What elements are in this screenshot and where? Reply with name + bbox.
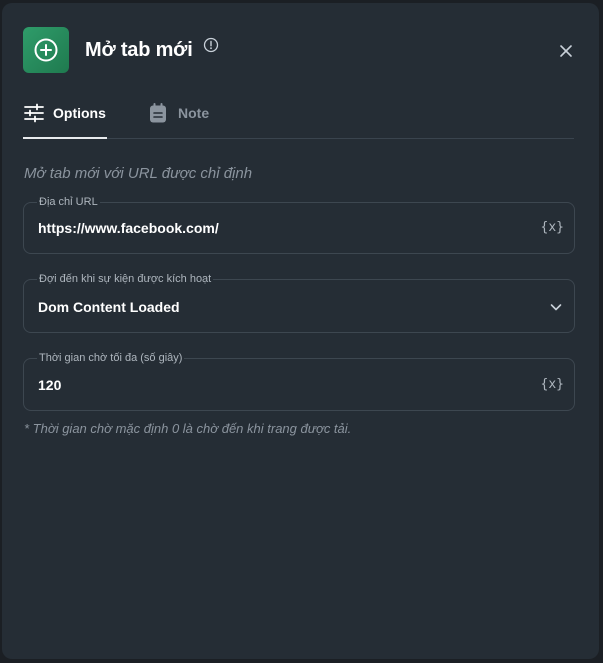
timeout-field[interactable]: Thời gian chờ tối đa (số giây) 120 {x} [23, 350, 575, 411]
wait-event-value: Dom Content Loaded [38, 299, 180, 315]
sliders-icon [24, 103, 44, 123]
tab-bar: Options Note [23, 100, 574, 139]
plus-circle-icon [23, 27, 69, 73]
tab-options[interactable]: Options [23, 100, 107, 139]
wait-event-label: Đợi đến khi sự kiện được kích hoạt [37, 271, 214, 287]
info-icon[interactable] [203, 37, 219, 53]
notepad-icon [150, 103, 166, 123]
timeout-field-label: Thời gian chờ tối đa (số giây) [37, 350, 185, 366]
timeout-footnote: * Thời gian chờ mặc định 0 là chờ đến kh… [24, 421, 352, 436]
close-button[interactable] [553, 38, 579, 64]
timeout-variable-button[interactable]: {x} [541, 377, 564, 392]
url-field[interactable]: Địa chỉ URL https://www.facebook.com/ {x… [23, 194, 575, 254]
tab-options-label: Options [53, 105, 106, 121]
close-icon [560, 45, 572, 57]
modal-description: Mở tab mới với URL được chỉ định [24, 165, 253, 182]
modal-title: Mở tab mới [85, 39, 193, 61]
tab-note-label: Note [178, 105, 210, 121]
url-field-label: Địa chỉ URL [37, 194, 100, 210]
timeout-input[interactable]: 120 [38, 377, 61, 393]
wait-event-select[interactable]: Đợi đến khi sự kiện được kích hoạt Dom C… [23, 271, 575, 333]
new-tab-modal: Mở tab mới Options Note Mở tab mới với U… [2, 3, 599, 659]
chevron-down-icon [550, 304, 562, 311]
url-input[interactable]: https://www.facebook.com/ [38, 220, 219, 236]
modal-header: Mở tab mới [23, 27, 579, 73]
url-variable-button[interactable]: {x} [541, 220, 564, 235]
tab-note[interactable]: Note [148, 100, 209, 138]
